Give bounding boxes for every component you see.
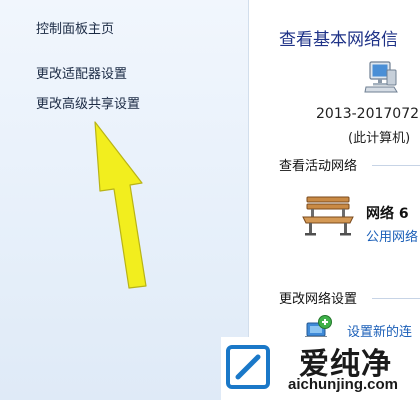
active-networks-heading: 查看活动网络	[279, 159, 358, 174]
section-rule	[372, 165, 420, 166]
sidebar-item-change-adapter-settings[interactable]: 更改适配器设置	[36, 63, 127, 82]
network-type-link[interactable]: 公用网络	[366, 226, 418, 245]
bench-icon	[302, 196, 354, 236]
sidebar-item-control-panel-home[interactable]: 控制面板主页	[36, 18, 114, 37]
sidebar-item-change-advanced-sharing[interactable]: 更改高级共享设置	[36, 93, 140, 112]
sidebar: 控制面板主页 更改适配器设置 更改高级共享设置	[0, 0, 248, 400]
watermark-url: aichunjing.com	[288, 376, 399, 393]
watermark-logo-icon	[226, 345, 270, 389]
section-rule	[372, 298, 420, 299]
computer-subtitle: (此计算机)	[348, 131, 411, 146]
watermark: 爱纯净 aichunjing.com	[221, 337, 420, 400]
change-settings-heading: 更改网络设置	[279, 292, 358, 307]
network-name: 网络 6	[366, 206, 409, 222]
computer-icon	[364, 61, 398, 93]
computer-name: 2013-2017072	[316, 106, 420, 122]
page-title: 查看基本网络信	[279, 30, 398, 50]
